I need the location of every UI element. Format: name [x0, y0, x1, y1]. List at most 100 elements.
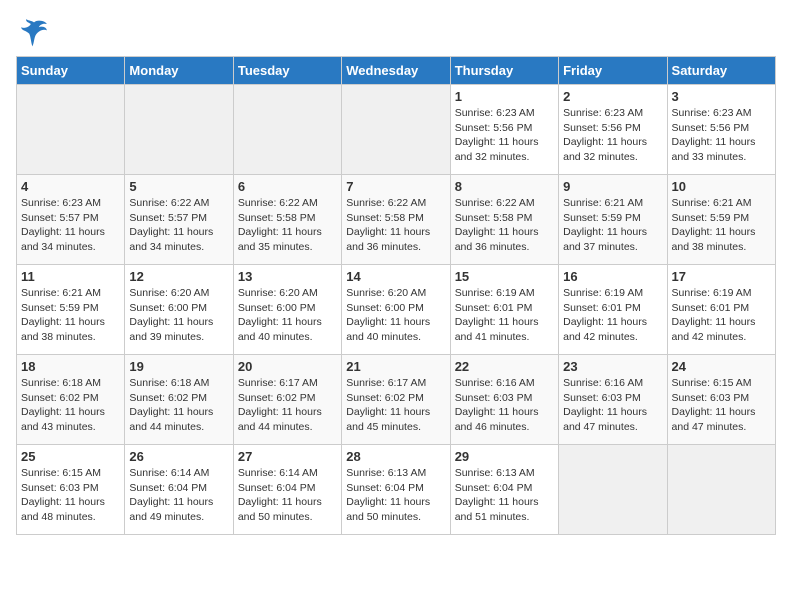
calendar-cell: 1 Sunrise: 6:23 AM Sunset: 5:56 PM Daylig… [450, 85, 558, 175]
day-info: Sunrise: 6:19 AM Sunset: 6:01 PM Dayligh… [455, 286, 554, 345]
day-info: Sunrise: 6:18 AM Sunset: 6:02 PM Dayligh… [129, 376, 228, 435]
day-header-thursday: Thursday [450, 57, 558, 85]
day-header-tuesday: Tuesday [233, 57, 341, 85]
day-info: Sunrise: 6:15 AM Sunset: 6:03 PM Dayligh… [672, 376, 771, 435]
calendar-cell: 20 Sunrise: 6:17 AM Sunset: 6:02 PM Dayli… [233, 355, 341, 445]
day-info: Sunrise: 6:18 AM Sunset: 6:02 PM Dayligh… [21, 376, 120, 435]
logo-bird-icon [18, 16, 50, 48]
week-row-1: 1 Sunrise: 6:23 AM Sunset: 5:56 PM Daylig… [17, 85, 776, 175]
day-number: 4 [21, 179, 120, 194]
day-number: 19 [129, 359, 228, 374]
day-info: Sunrise: 6:17 AM Sunset: 6:02 PM Dayligh… [238, 376, 337, 435]
day-info: Sunrise: 6:23 AM Sunset: 5:56 PM Dayligh… [672, 106, 771, 165]
calendar-body: 1 Sunrise: 6:23 AM Sunset: 5:56 PM Daylig… [17, 85, 776, 535]
week-row-4: 18 Sunrise: 6:18 AM Sunset: 6:02 PM Dayli… [17, 355, 776, 445]
day-number: 29 [455, 449, 554, 464]
day-info: Sunrise: 6:22 AM Sunset: 5:58 PM Dayligh… [346, 196, 445, 255]
day-number: 28 [346, 449, 445, 464]
day-number: 21 [346, 359, 445, 374]
week-row-3: 11 Sunrise: 6:21 AM Sunset: 5:59 PM Dayli… [17, 265, 776, 355]
calendar-cell: 15 Sunrise: 6:19 AM Sunset: 6:01 PM Dayli… [450, 265, 558, 355]
day-number: 10 [672, 179, 771, 194]
day-info: Sunrise: 6:21 AM Sunset: 5:59 PM Dayligh… [672, 196, 771, 255]
day-info: Sunrise: 6:20 AM Sunset: 6:00 PM Dayligh… [238, 286, 337, 345]
day-number: 16 [563, 269, 662, 284]
calendar-cell: 18 Sunrise: 6:18 AM Sunset: 6:02 PM Dayli… [17, 355, 125, 445]
day-number: 1 [455, 89, 554, 104]
day-info: Sunrise: 6:16 AM Sunset: 6:03 PM Dayligh… [455, 376, 554, 435]
calendar-cell: 24 Sunrise: 6:15 AM Sunset: 6:03 PM Dayli… [667, 355, 775, 445]
day-info: Sunrise: 6:21 AM Sunset: 5:59 PM Dayligh… [563, 196, 662, 255]
day-number: 11 [21, 269, 120, 284]
day-number: 8 [455, 179, 554, 194]
day-number: 14 [346, 269, 445, 284]
calendar-cell: 10 Sunrise: 6:21 AM Sunset: 5:59 PM Dayli… [667, 175, 775, 265]
day-info: Sunrise: 6:19 AM Sunset: 6:01 PM Dayligh… [563, 286, 662, 345]
day-number: 17 [672, 269, 771, 284]
calendar-cell: 16 Sunrise: 6:19 AM Sunset: 6:01 PM Dayli… [559, 265, 667, 355]
day-info: Sunrise: 6:17 AM Sunset: 6:02 PM Dayligh… [346, 376, 445, 435]
day-info: Sunrise: 6:23 AM Sunset: 5:56 PM Dayligh… [455, 106, 554, 165]
day-header-wednesday: Wednesday [342, 57, 450, 85]
day-info: Sunrise: 6:20 AM Sunset: 6:00 PM Dayligh… [129, 286, 228, 345]
day-info: Sunrise: 6:14 AM Sunset: 6:04 PM Dayligh… [129, 466, 228, 525]
calendar-cell: 12 Sunrise: 6:20 AM Sunset: 6:00 PM Dayli… [125, 265, 233, 355]
day-header-sunday: Sunday [17, 57, 125, 85]
day-number: 25 [21, 449, 120, 464]
day-info: Sunrise: 6:19 AM Sunset: 6:01 PM Dayligh… [672, 286, 771, 345]
calendar-cell: 7Sunrise: 6:22 AM Sunset: 5:58 PM Daylig… [342, 175, 450, 265]
day-number: 23 [563, 359, 662, 374]
day-number: 9 [563, 179, 662, 194]
calendar-cell: 5 Sunrise: 6:22 AM Sunset: 5:57 PM Daylig… [125, 175, 233, 265]
calendar-cell: 8 Sunrise: 6:22 AM Sunset: 5:58 PM Daylig… [450, 175, 558, 265]
week-row-5: 25Sunrise: 6:15 AM Sunset: 6:03 PM Dayli… [17, 445, 776, 535]
calendar-cell: 27 Sunrise: 6:14 AM Sunset: 6:04 PM Dayli… [233, 445, 341, 535]
logo [16, 16, 50, 48]
calendar-cell: 21 Sunrise: 6:17 AM Sunset: 6:02 PM Dayli… [342, 355, 450, 445]
calendar-cell: 19 Sunrise: 6:18 AM Sunset: 6:02 PM Dayli… [125, 355, 233, 445]
day-info: Sunrise: 6:13 AM Sunset: 6:04 PM Dayligh… [346, 466, 445, 525]
day-info: Sunrise: 6:16 AM Sunset: 6:03 PM Dayligh… [563, 376, 662, 435]
calendar-cell: 23 Sunrise: 6:16 AM Sunset: 6:03 PM Dayli… [559, 355, 667, 445]
calendar-cell: 13 Sunrise: 6:20 AM Sunset: 6:00 PM Dayli… [233, 265, 341, 355]
calendar-cell [17, 85, 125, 175]
day-number: 24 [672, 359, 771, 374]
day-info: Sunrise: 6:21 AM Sunset: 5:59 PM Dayligh… [21, 286, 120, 345]
day-info: Sunrise: 6:22 AM Sunset: 5:58 PM Dayligh… [238, 196, 337, 255]
day-header-saturday: Saturday [667, 57, 775, 85]
day-number: 18 [21, 359, 120, 374]
calendar-cell: 4Sunrise: 6:23 AM Sunset: 5:57 PM Daylig… [17, 175, 125, 265]
day-number: 13 [238, 269, 337, 284]
calendar-cell [667, 445, 775, 535]
calendar-cell: 17 Sunrise: 6:19 AM Sunset: 6:01 PM Dayli… [667, 265, 775, 355]
day-info: Sunrise: 6:22 AM Sunset: 5:58 PM Dayligh… [455, 196, 554, 255]
day-number: 3 [672, 89, 771, 104]
calendar-cell: 6 Sunrise: 6:22 AM Sunset: 5:58 PM Daylig… [233, 175, 341, 265]
day-info: Sunrise: 6:20 AM Sunset: 6:00 PM Dayligh… [346, 286, 445, 345]
calendar-cell: 26 Sunrise: 6:14 AM Sunset: 6:04 PM Dayli… [125, 445, 233, 535]
day-number: 12 [129, 269, 228, 284]
day-info: Sunrise: 6:22 AM Sunset: 5:57 PM Dayligh… [129, 196, 228, 255]
day-number: 27 [238, 449, 337, 464]
calendar-cell [559, 445, 667, 535]
day-header-friday: Friday [559, 57, 667, 85]
day-info: Sunrise: 6:14 AM Sunset: 6:04 PM Dayligh… [238, 466, 337, 525]
calendar-cell: 28 Sunrise: 6:13 AM Sunset: 6:04 PM Dayli… [342, 445, 450, 535]
day-number: 6 [238, 179, 337, 194]
day-number: 5 [129, 179, 228, 194]
day-number: 26 [129, 449, 228, 464]
calendar-cell: 25Sunrise: 6:15 AM Sunset: 6:03 PM Dayli… [17, 445, 125, 535]
day-info: Sunrise: 6:13 AM Sunset: 6:04 PM Dayligh… [455, 466, 554, 525]
calendar-cell: 14 Sunrise: 6:20 AM Sunset: 6:00 PM Dayli… [342, 265, 450, 355]
calendar-cell: 3 Sunrise: 6:23 AM Sunset: 5:56 PM Daylig… [667, 85, 775, 175]
day-number: 20 [238, 359, 337, 374]
calendar-cell: 11 Sunrise: 6:21 AM Sunset: 5:59 PM Dayli… [17, 265, 125, 355]
days-of-week-row: SundayMondayTuesdayWednesdayThursdayFrid… [17, 57, 776, 85]
day-header-monday: Monday [125, 57, 233, 85]
week-row-2: 4Sunrise: 6:23 AM Sunset: 5:57 PM Daylig… [17, 175, 776, 265]
calendar-cell: 22Sunrise: 6:16 AM Sunset: 6:03 PM Dayli… [450, 355, 558, 445]
day-number: 15 [455, 269, 554, 284]
calendar-cell: 9 Sunrise: 6:21 AM Sunset: 5:59 PM Daylig… [559, 175, 667, 265]
day-number: 2 [563, 89, 662, 104]
calendar-cell: 2Sunrise: 6:23 AM Sunset: 5:56 PM Daylig… [559, 85, 667, 175]
